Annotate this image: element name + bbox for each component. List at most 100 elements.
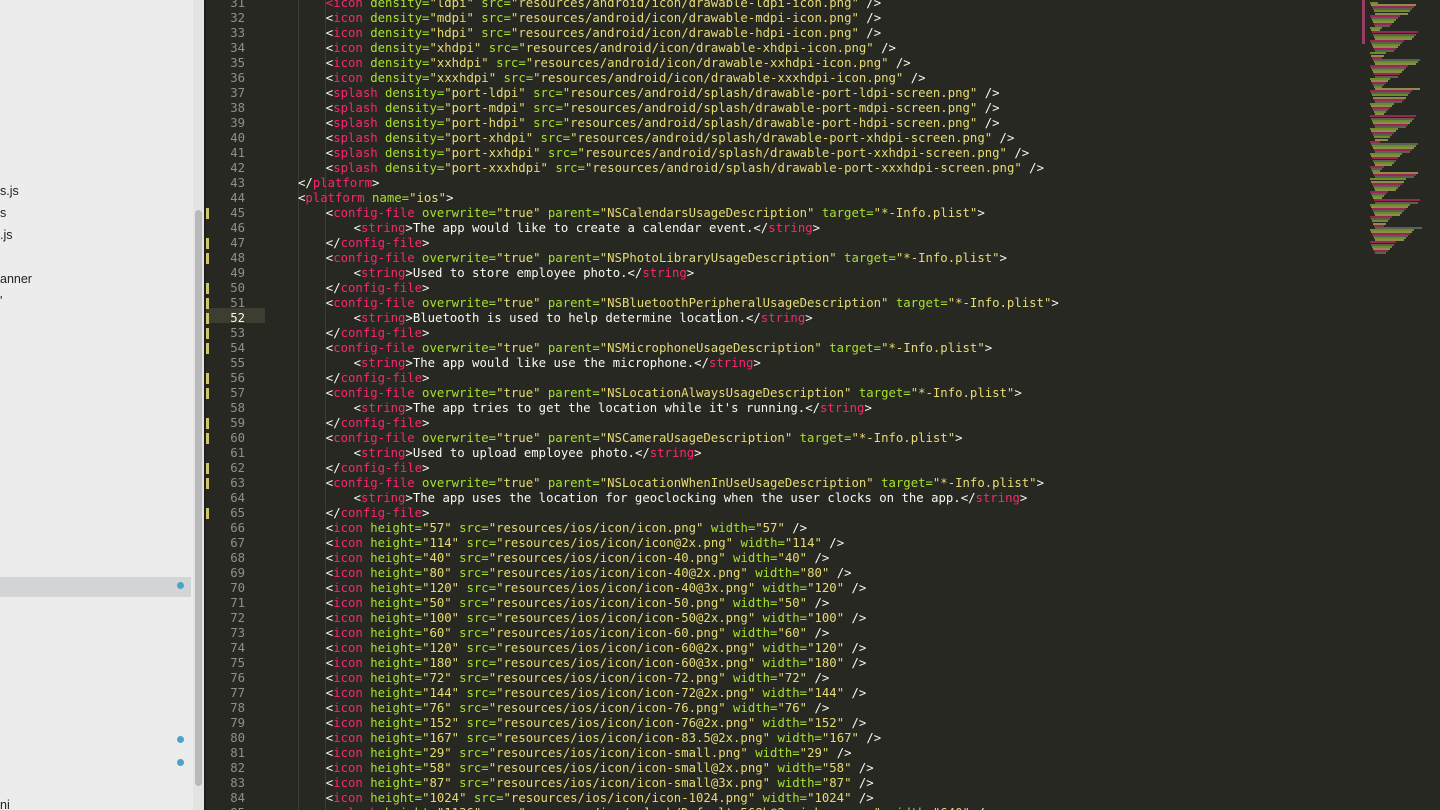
code-token: "*-Info.plist" (910, 386, 1015, 400)
code-line[interactable]: <icon density="xxxhdpi" src="resources/a… (326, 71, 926, 86)
code-line[interactable]: <icon height="80" src="resources/ios/ico… (326, 566, 852, 581)
code-line[interactable]: <config-file overwrite="true" parent="NS… (326, 386, 1022, 401)
code-token: config-file (340, 326, 423, 340)
code-token: </ (325, 236, 341, 250)
code-token: > (1019, 491, 1028, 505)
sidebar-scrollbar-thumb[interactable] (195, 210, 202, 786)
code-line[interactable]: </config-file> (326, 326, 430, 341)
code-line[interactable]: <icon height="72" src="resources/ios/ico… (326, 671, 830, 686)
code-line[interactable]: </config-file> (326, 236, 430, 251)
code-line[interactable]: <splash density="port-hdpi" src="resourc… (326, 116, 1000, 131)
code-line[interactable]: <string>Bluetooth is used to help determ… (354, 311, 813, 326)
code-token: src= (525, 116, 563, 130)
code-token: icon (333, 581, 363, 595)
code-line[interactable]: <config-file overwrite="true" parent="NS… (326, 341, 992, 356)
code-line[interactable]: <icon height="76" src="resources/ios/ico… (326, 701, 830, 716)
code-token: src= (481, 806, 519, 810)
code-token: "xhdpi" (429, 41, 482, 55)
code-line[interactable]: </config-file> (326, 461, 430, 476)
code-line[interactable]: <splash density="port-xxhdpi" src="resou… (326, 146, 1029, 161)
sidebar-file-item[interactable]: s (0, 206, 6, 220)
code-line[interactable]: <icon height="57" src="resources/ios/ico… (326, 521, 807, 536)
code-line[interactable]: </config-file> (326, 371, 430, 386)
line-number: 56 (230, 371, 245, 385)
code-token: "29" (422, 746, 452, 760)
code-line[interactable]: <splash density="port-xhdpi" src="resour… (326, 131, 1015, 146)
code-token: "true" (496, 251, 541, 265)
code-editor[interactable]: 31 32 33 34 35 36 37 38 39 40 41 42 43 44 45 46 47 48 49 50… (206, 0, 1440, 810)
code-line[interactable]: <string>The app would like use the micro… (354, 356, 761, 371)
code-token: "NSCalendarsUsageDescription" (599, 206, 815, 220)
sidebar-selected-row[interactable] (0, 577, 191, 597)
code-line[interactable]: <string>Used to upload employee photo.</… (354, 446, 702, 461)
code-line[interactable]: <splash height="1136" src="resources/ios… (326, 806, 992, 810)
code-token: src= (525, 101, 563, 115)
code-line[interactable]: <string>The app uses the location for ge… (354, 491, 1028, 506)
sidebar-file-item[interactable]: anner (0, 272, 32, 286)
line-number: 46 (230, 221, 245, 235)
code-line[interactable]: <icon height="152" src="resources/ios/ic… (326, 716, 867, 731)
code-line[interactable]: <icon height="167" src="resources/ios/ic… (326, 731, 881, 746)
code-line[interactable]: <icon height="60" src="resources/ios/ico… (326, 626, 830, 641)
code-line[interactable]: <config-file overwrite="true" parent="NS… (326, 296, 1059, 311)
sidebar-file-item[interactable]: ' (0, 294, 2, 308)
code-token: icon (333, 536, 363, 550)
code-line[interactable]: <config-file overwrite="true" parent="NS… (326, 251, 1007, 266)
code-token: "40" (422, 551, 452, 565)
code-line[interactable]: <icon density="hdpi" src="resources/andr… (326, 26, 881, 41)
code-token: target= (836, 251, 896, 265)
code-line[interactable]: </platform> (298, 176, 379, 191)
code-line[interactable]: <icon density="mdpi" src="resources/andr… (326, 11, 881, 26)
minimap[interactable] (1362, 0, 1440, 260)
code-token: /> (858, 26, 882, 40)
code-token: /> (858, 11, 882, 25)
code-token: "resources/ios/icon/icon.png" (488, 521, 704, 535)
code-line[interactable]: </config-file> (326, 416, 430, 431)
code-line[interactable]: <icon height="50" src="resources/ios/ico… (326, 596, 830, 611)
code-line[interactable]: <icon height="120" src="resources/ios/ic… (326, 641, 867, 656)
code-line[interactable]: <icon height="1024" src="resources/ios/i… (326, 791, 874, 806)
code-line[interactable]: <string>The app tries to get the locatio… (354, 401, 872, 416)
code-line[interactable]: <icon height="144" src="resources/ios/ic… (326, 686, 867, 701)
code-line[interactable]: <icon height="100" src="resources/ios/ic… (326, 611, 867, 626)
code-line[interactable]: <config-file overwrite="true" parent="NS… (326, 431, 963, 446)
code-line[interactable]: <config-file overwrite="true" parent="NS… (326, 206, 985, 221)
code-token: icon (333, 731, 363, 745)
code-line[interactable]: <string>Used to store employee photo.</s… (354, 266, 695, 281)
code-line[interactable]: <icon height="87" src="resources/ios/ico… (326, 776, 874, 791)
code-token: > (422, 506, 430, 520)
sidebar-file-item[interactable]: ni (0, 798, 10, 810)
code-line[interactable]: <splash density="port-ldpi" src="resourc… (326, 86, 1000, 101)
code-line[interactable]: </config-file> (326, 506, 430, 521)
code-token: /> (807, 596, 830, 610)
code-line[interactable]: <icon density="xxhdpi" src="resources/an… (326, 56, 911, 71)
minimap-viewport-indicator[interactable] (1362, 0, 1365, 44)
code-line[interactable]: <config-file overwrite="true" parent="NS… (326, 476, 1044, 491)
code-line[interactable]: <icon height="29" src="resources/ios/ico… (326, 746, 852, 761)
code-token: "resources/ios/icon/icon-40@2x.png" (488, 566, 748, 580)
line-number: 69 (230, 566, 245, 580)
line-number: 77 (230, 686, 245, 700)
code-line[interactable]: <icon height="58" src="resources/ios/ico… (326, 761, 874, 776)
code-token: "87" (422, 776, 452, 790)
code-token: icon (333, 551, 363, 565)
code-line[interactable]: <icon height="114" src="resources/ios/ic… (326, 536, 844, 551)
sidebar-file-item[interactable]: s.js (0, 184, 19, 198)
sidebar-file-item[interactable]: .js (0, 228, 13, 242)
code-line[interactable]: <icon density="xhdpi" src="resources/and… (326, 41, 896, 56)
code-token: "true" (496, 206, 541, 220)
code-line[interactable]: <splash density="port-mdpi" src="resourc… (326, 101, 1000, 116)
code-token: "true" (496, 431, 541, 445)
code-line[interactable]: <string>The app would like to create a c… (354, 221, 820, 236)
code-line[interactable]: <icon height="120" src="resources/ios/ic… (326, 581, 867, 596)
code-token: density= (377, 146, 445, 160)
code-line[interactable]: </config-file> (326, 281, 430, 296)
code-token: "resources/android/splash/drawable-port-… (562, 116, 978, 130)
code-text[interactable]: <icon density="ldpi" src="resources/andr… (298, 0, 1358, 810)
code-line[interactable]: <platform name="ios"> (298, 191, 454, 206)
code-line[interactable]: <splash density="port-xxxhdpi" src="reso… (326, 161, 1044, 176)
code-line[interactable]: <icon height="40" src="resources/ios/ico… (326, 551, 830, 566)
code-line[interactable]: <icon density="ldpi" src="resources/andr… (326, 0, 881, 11)
code-token: < (353, 311, 361, 325)
code-line[interactable]: <icon height="180" src="resources/ios/ic… (326, 656, 867, 671)
